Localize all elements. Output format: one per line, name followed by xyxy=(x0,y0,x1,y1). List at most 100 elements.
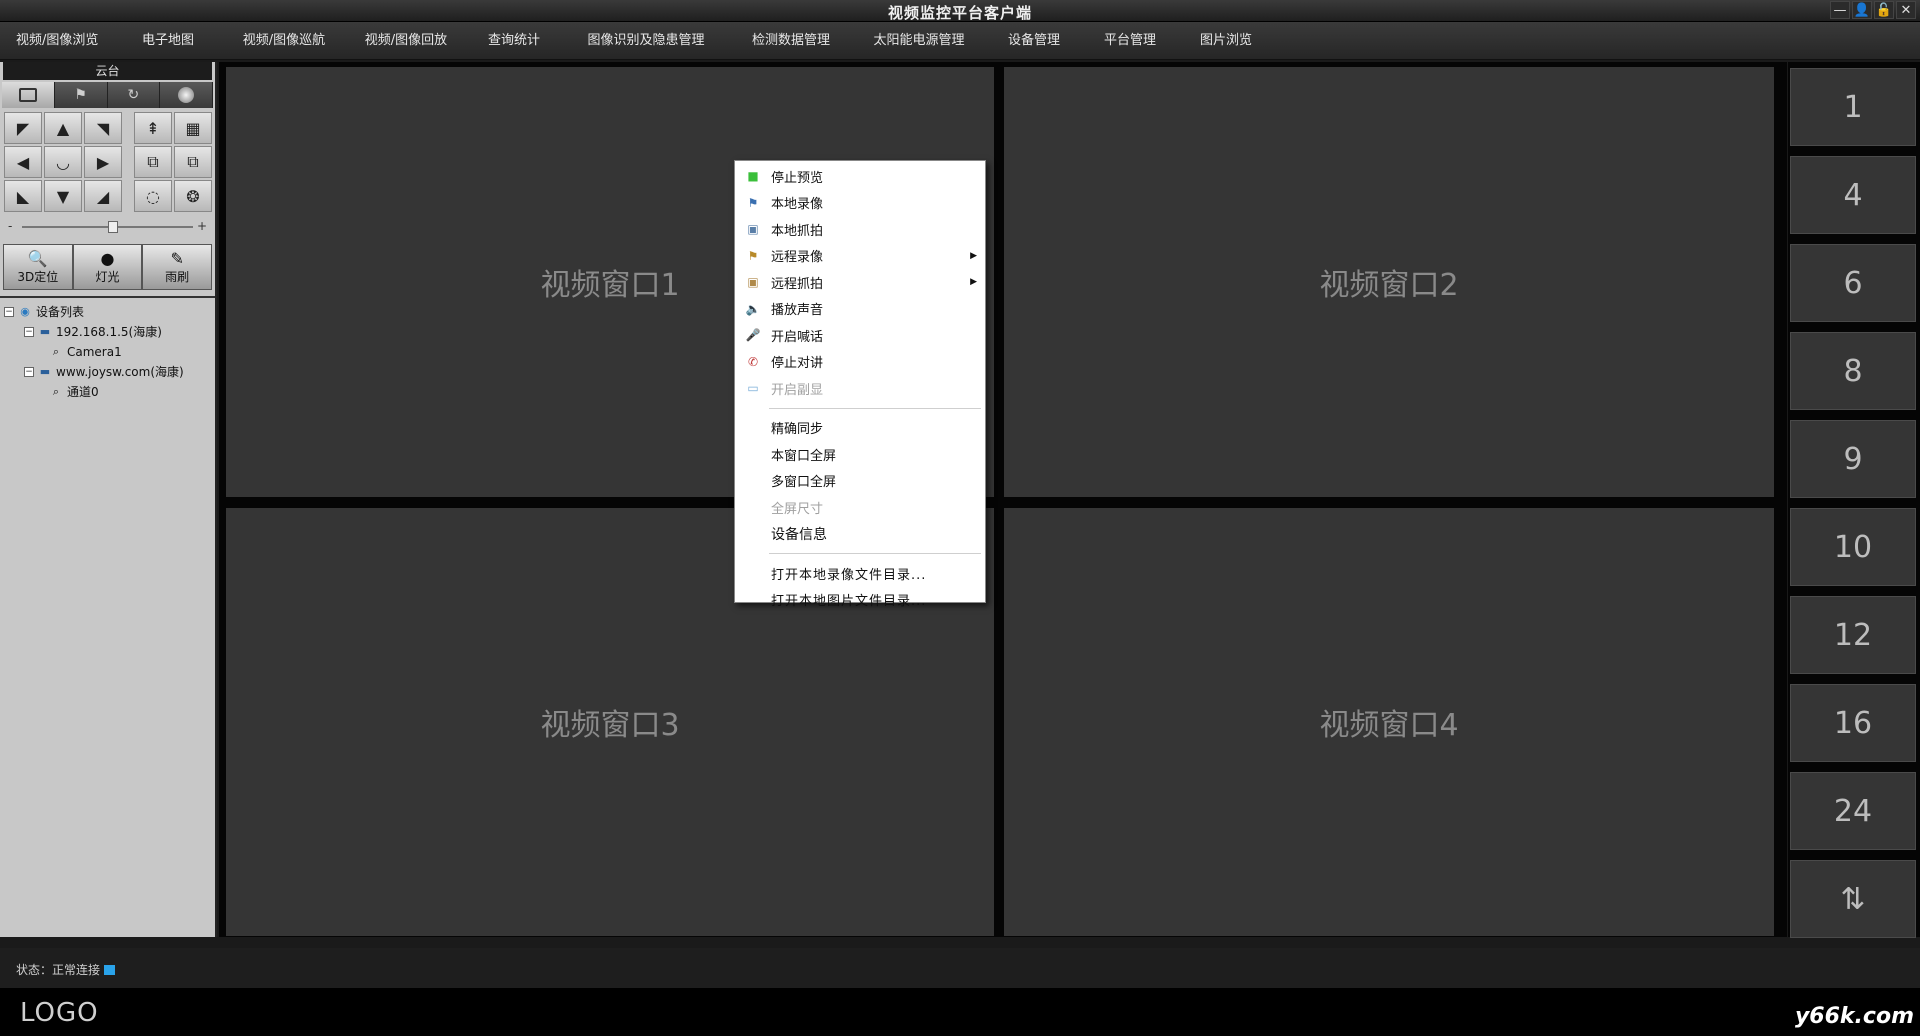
ptz-down-button[interactable]: ▼ xyxy=(44,180,82,212)
menu-item-device-info[interactable]: 设备信息 xyxy=(735,521,985,548)
remote-snapshot-icon: ▣ xyxy=(747,275,759,290)
left-panel: 云台 ⚑ ↻ ◤ ▲ ◥ ⇞ ▦ ◀ ◡ ▶ ⧉ ⧉ ◣ ▼ ◢ ◌ ❂ - +… xyxy=(0,62,217,937)
submenu-arrow-icon: ▶ xyxy=(970,250,977,261)
menu-image-recognition[interactable]: 图像识别及隐患管理 xyxy=(562,22,730,60)
zoom-in-button[interactable]: ⇞ xyxy=(134,112,172,144)
tab-camera-control[interactable] xyxy=(2,82,55,108)
iris-open-button[interactable]: ◌ xyxy=(134,180,172,212)
layout-4-button[interactable]: 4 xyxy=(1790,156,1916,234)
menu-item-label: 本地录像 xyxy=(771,197,824,213)
layout-9-button[interactable]: 9 xyxy=(1790,420,1916,498)
menu-item-open-record-dir[interactable]: 打开本地录像文件目录... xyxy=(735,560,985,587)
menu-item-stop-talk[interactable]: ✆ 停止对讲 xyxy=(735,349,985,376)
menu-electronic-map[interactable]: 电子地图 xyxy=(114,22,222,60)
ptz-auto-button[interactable]: ◡ xyxy=(44,146,82,178)
tab-preset[interactable]: ⚑ xyxy=(54,82,108,108)
menu-item-secondary-display: ▭ 开启副显 xyxy=(735,375,985,402)
layout-12-button[interactable]: 12 xyxy=(1790,596,1916,674)
tree-node-camera[interactable]: ⌕ Camera1 xyxy=(4,342,211,362)
snapshot-icon: ▣ xyxy=(747,222,759,237)
ptz-speed-slider[interactable]: - + xyxy=(8,218,207,236)
main-menu-bar: 视频/图像浏览 电子地图 视频/图像巡航 视频/图像回放 查询统计 图像识别及隐… xyxy=(0,22,1920,60)
camera-icon: ⌕ xyxy=(52,345,60,358)
layout-1-button[interactable]: 1 xyxy=(1790,68,1916,146)
footer: LOGO y66k.com xyxy=(0,988,1920,1036)
layout-8-button[interactable]: 8 xyxy=(1790,332,1916,410)
menu-query-stats[interactable]: 查询统计 xyxy=(466,22,562,60)
layout-6-button[interactable]: 6 xyxy=(1790,244,1916,322)
ptz-up-button[interactable]: ▲ xyxy=(44,112,82,144)
menu-item-label: 开启副显 xyxy=(771,382,824,398)
video-window-label: 视频窗口4 xyxy=(1319,708,1459,743)
device-tree: − ◉ 设备列表 − ▬ 192.168.1.5(海康) ⌕ Camera1 −… xyxy=(0,302,215,402)
menu-item-start-broadcast[interactable]: 🎤 开启喊话 xyxy=(735,322,985,349)
menu-image-browse[interactable]: 图片浏览 xyxy=(1178,22,1274,60)
tree-node-channel[interactable]: ⌕ 通道0 xyxy=(4,382,211,402)
menu-video-browse[interactable]: 视频/图像浏览 xyxy=(0,22,114,60)
layout-10-button[interactable]: 10 xyxy=(1790,508,1916,586)
zoom-out-button[interactable]: ▦ xyxy=(174,112,212,144)
menu-device-management[interactable]: 设备管理 xyxy=(986,22,1082,60)
slider-minus-label: - xyxy=(8,219,13,233)
collapse-icon[interactable]: − xyxy=(24,367,34,377)
user-icon[interactable]: 👤 xyxy=(1852,1,1872,19)
video-window-4[interactable]: 视频窗口4 xyxy=(1004,508,1774,936)
ptz-right-button[interactable]: ▶ xyxy=(84,146,122,178)
light-button[interactable]: ● 灯光 xyxy=(72,244,143,290)
camera-icon: ⌕ xyxy=(52,385,60,398)
menu-item-stop-preview[interactable]: ■ 停止预览 xyxy=(735,163,985,190)
menu-item-open-image-dir[interactable]: 打开本地图片文件目录... xyxy=(735,587,985,614)
tree-root[interactable]: − ◉ 设备列表 xyxy=(4,302,211,322)
menu-item-remote-record[interactable]: ⚑ 远程录像 ▶ xyxy=(735,243,985,270)
collapse-icon[interactable]: − xyxy=(24,327,34,337)
menu-item-local-snapshot[interactable]: ▣ 本地抓拍 xyxy=(735,216,985,243)
ptz-down-left-button[interactable]: ◣ xyxy=(4,180,42,212)
menu-item-label: 精确同步 xyxy=(771,422,824,438)
sort-icon[interactable]: ⇅ xyxy=(1790,860,1916,938)
menu-solar-power[interactable]: 太阳能电源管理 xyxy=(852,22,986,60)
collapse-icon[interactable]: − xyxy=(4,307,14,317)
menu-video-playback[interactable]: 视频/图像回放 xyxy=(346,22,466,60)
window-controls: — 👤 🔓 ✕ xyxy=(1830,1,1916,19)
menu-video-cruise[interactable]: 视频/图像巡航 xyxy=(222,22,346,60)
layout-24-button[interactable]: 24 xyxy=(1790,772,1916,850)
menu-item-label: 远程录像 xyxy=(771,250,824,266)
magnifier-icon: 🔍 xyxy=(27,248,48,268)
tree-node-device[interactable]: − ▬ 192.168.1.5(海康) xyxy=(4,322,211,342)
ptz-up-right-button[interactable]: ◥ xyxy=(84,112,122,144)
camera-control-icon xyxy=(18,88,37,102)
video-window-label: 视频窗口2 xyxy=(1319,268,1459,303)
menu-detection-data[interactable]: 检测数据管理 xyxy=(730,22,852,60)
menu-item-precise-sync[interactable]: 精确同步 xyxy=(735,415,985,442)
menu-item-remote-snapshot[interactable]: ▣ 远程抓拍 ▶ xyxy=(735,269,985,296)
wiper-button[interactable]: ✎ 雨刷 xyxy=(142,244,213,290)
ptz-up-left-button[interactable]: ◤ xyxy=(4,112,42,144)
layout-16-button[interactable]: 16 xyxy=(1790,684,1916,762)
globe-icon: ◉ xyxy=(20,305,30,318)
ptz-left-button[interactable]: ◀ xyxy=(4,146,42,178)
tab-record[interactable] xyxy=(160,82,213,108)
tree-node-device[interactable]: − ▬ www.joysw.com(海康) xyxy=(4,362,211,382)
minimize-icon[interactable]: — xyxy=(1830,1,1850,19)
menu-item-window-fullscreen[interactable]: 本窗口全屏 xyxy=(735,441,985,468)
tree-camera-label: Camera1 xyxy=(67,345,122,359)
slider-knob[interactable] xyxy=(108,221,118,233)
menu-platform-management[interactable]: 平台管理 xyxy=(1082,22,1178,60)
menu-item-multi-fullscreen[interactable]: 多窗口全屏 xyxy=(735,468,985,495)
ptz-down-right-button[interactable]: ◢ xyxy=(84,180,122,212)
status-text: 状态：正常连接 xyxy=(16,963,101,977)
menu-item-fullscreen-size: 全屏尺寸 xyxy=(735,494,985,521)
wiper-label: 雨刷 xyxy=(165,269,190,284)
video-window-2[interactable]: 视频窗口2 xyxy=(1004,67,1774,497)
iris-close-button[interactable]: ❂ xyxy=(174,180,212,212)
menu-item-local-record[interactable]: ⚑ 本地录像 xyxy=(735,190,985,217)
3d-positioning-button[interactable]: 🔍 3D定位 xyxy=(3,244,73,290)
dvr-icon: ▬ xyxy=(39,325,51,338)
close-icon[interactable]: ✕ xyxy=(1896,1,1916,19)
focus-far-button[interactable]: ⧉ xyxy=(174,146,212,178)
focus-near-button[interactable]: ⧉ xyxy=(134,146,172,178)
menu-item-label: 本地抓拍 xyxy=(771,223,824,239)
menu-item-play-sound[interactable]: 🔈 播放声音 xyxy=(735,296,985,323)
tab-cruise[interactable]: ↻ xyxy=(107,82,161,108)
lock-icon[interactable]: 🔓 xyxy=(1874,1,1894,19)
